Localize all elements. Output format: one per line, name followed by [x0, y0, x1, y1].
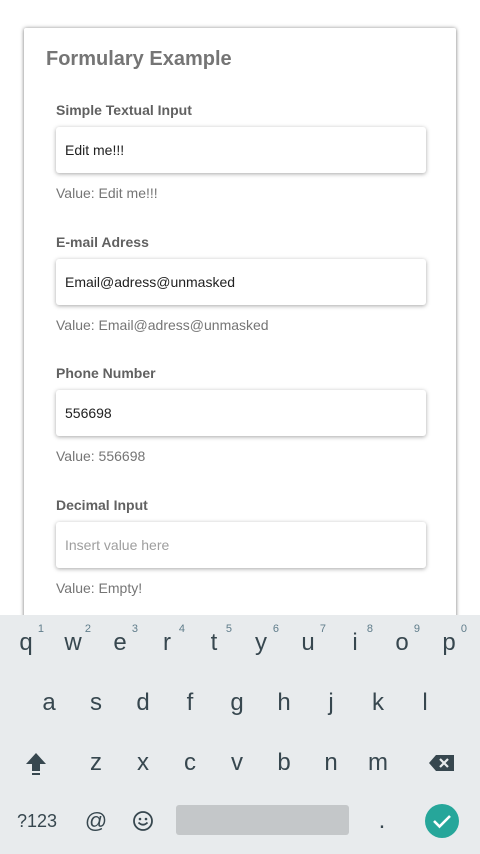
key-o[interactable]: o9 — [378, 615, 426, 671]
key-hint: 5 — [225, 623, 232, 635]
key-label: k — [372, 689, 384, 716]
key-l[interactable]: l — [401, 675, 449, 731]
key-k[interactable]: k — [354, 675, 402, 731]
key-hint: 1 — [37, 623, 44, 635]
key-x[interactable]: x — [119, 735, 167, 791]
email-label: E-mail Adress — [56, 234, 149, 250]
key-label: u — [301, 629, 315, 656]
shift-icon — [26, 753, 46, 775]
soft-keyboard: q1w2e3r4t5y6u7i8o9p0asdfghjklzxcvbnm ?12… — [0, 615, 480, 854]
decimal-field: Decimal Input Insert value here Value: E… — [56, 497, 426, 596]
key-label: w — [64, 629, 82, 656]
symbols-key[interactable]: ?123 — [13, 793, 61, 849]
key-label: i — [352, 629, 358, 656]
decimal-value: Value: Empty! — [56, 580, 143, 596]
key-label: e — [113, 629, 127, 656]
key-t[interactable]: t5 — [190, 615, 238, 671]
decimal-label: Decimal Input — [56, 497, 148, 513]
key-label: p — [442, 629, 456, 656]
key-i[interactable]: i8 — [331, 615, 379, 671]
key-n[interactable]: n — [307, 735, 355, 791]
key-label: r — [163, 629, 171, 656]
key-f[interactable]: f — [166, 675, 214, 731]
key-s[interactable]: s — [72, 675, 120, 731]
phone-label: Phone Number — [56, 365, 156, 381]
checkmark-icon — [433, 815, 451, 829]
key-g[interactable]: g — [213, 675, 261, 731]
spacebar[interactable] — [176, 805, 349, 835]
key-label: g — [230, 689, 244, 716]
key-d[interactable]: d — [119, 675, 167, 731]
key-hint: 3 — [131, 623, 138, 635]
period-key[interactable]: . — [358, 793, 406, 849]
key-hint: 7 — [319, 623, 326, 635]
key-j[interactable]: j — [307, 675, 355, 731]
form-title: Formulary Example — [46, 48, 232, 70]
phone-value: Value: 556698 — [56, 448, 146, 464]
key-u[interactable]: u7 — [284, 615, 332, 671]
key-label: d — [136, 689, 150, 716]
key-v[interactable]: v — [213, 735, 261, 791]
key-hint: 4 — [178, 623, 185, 635]
key-m[interactable]: m — [354, 735, 402, 791]
key-w[interactable]: w2 — [49, 615, 97, 671]
key-hint: 0 — [460, 623, 467, 635]
key-b[interactable]: b — [260, 735, 308, 791]
form-card: Formulary Example Simple Textual Input E… — [24, 28, 456, 668]
key-h[interactable]: h — [260, 675, 308, 731]
key-c[interactable]: c — [166, 735, 214, 791]
backspace-key[interactable] — [418, 735, 466, 791]
key-label: h — [277, 689, 291, 716]
key-label: v — [231, 749, 243, 776]
key-hint: 9 — [413, 623, 420, 635]
key-label: j — [328, 689, 334, 716]
key-label: n — [324, 749, 338, 776]
key-label: b — [277, 749, 291, 776]
key-hint: 6 — [272, 623, 279, 635]
text-input[interactable]: Edit me!!! — [56, 127, 426, 173]
key-hint: 8 — [366, 623, 373, 635]
phone-input[interactable]: 556698 — [56, 390, 426, 436]
key-r[interactable]: r4 — [143, 615, 191, 671]
emoji-key[interactable] — [119, 793, 167, 849]
key-hint: 2 — [84, 623, 91, 635]
key-label: s — [90, 689, 102, 716]
key-e[interactable]: e3 — [96, 615, 144, 671]
key-label: q — [19, 629, 33, 656]
key-label: x — [137, 749, 149, 776]
text-input-value: Value: Edit me!!! — [56, 185, 158, 201]
key-label: y — [255, 629, 267, 656]
key-label: f — [186, 689, 194, 716]
email-input[interactable]: Email@adress@unmasked — [56, 259, 426, 305]
email-value: Value: Email@adress@unmasked — [56, 317, 269, 333]
decimal-input[interactable]: Insert value here — [56, 522, 426, 568]
key-label: l — [422, 689, 428, 716]
text-input-label: Simple Textual Input — [56, 102, 192, 118]
key-label: m — [368, 749, 388, 776]
key-p[interactable]: p0 — [425, 615, 473, 671]
key-label: t — [210, 629, 218, 656]
shift-key[interactable] — [12, 735, 60, 791]
key-label: z — [90, 749, 102, 776]
backspace-icon — [429, 755, 454, 771]
enter-key[interactable] — [425, 804, 459, 838]
text-input-field: Simple Textual Input Edit me!!! Value: E… — [56, 102, 426, 201]
key-y[interactable]: y6 — [237, 615, 285, 671]
key-label: o — [395, 629, 409, 656]
key-label: a — [42, 689, 56, 716]
phone-field: Phone Number 556698 Value: 556698 — [56, 365, 426, 464]
key-z[interactable]: z — [72, 735, 120, 791]
at-key[interactable]: @ — [72, 793, 120, 849]
key-q[interactable]: q1 — [2, 615, 50, 671]
key-a[interactable]: a — [25, 675, 73, 731]
emoji-icon — [133, 811, 153, 831]
email-field: E-mail Adress Email@adress@unmasked Valu… — [56, 234, 426, 333]
key-label: c — [184, 749, 196, 776]
